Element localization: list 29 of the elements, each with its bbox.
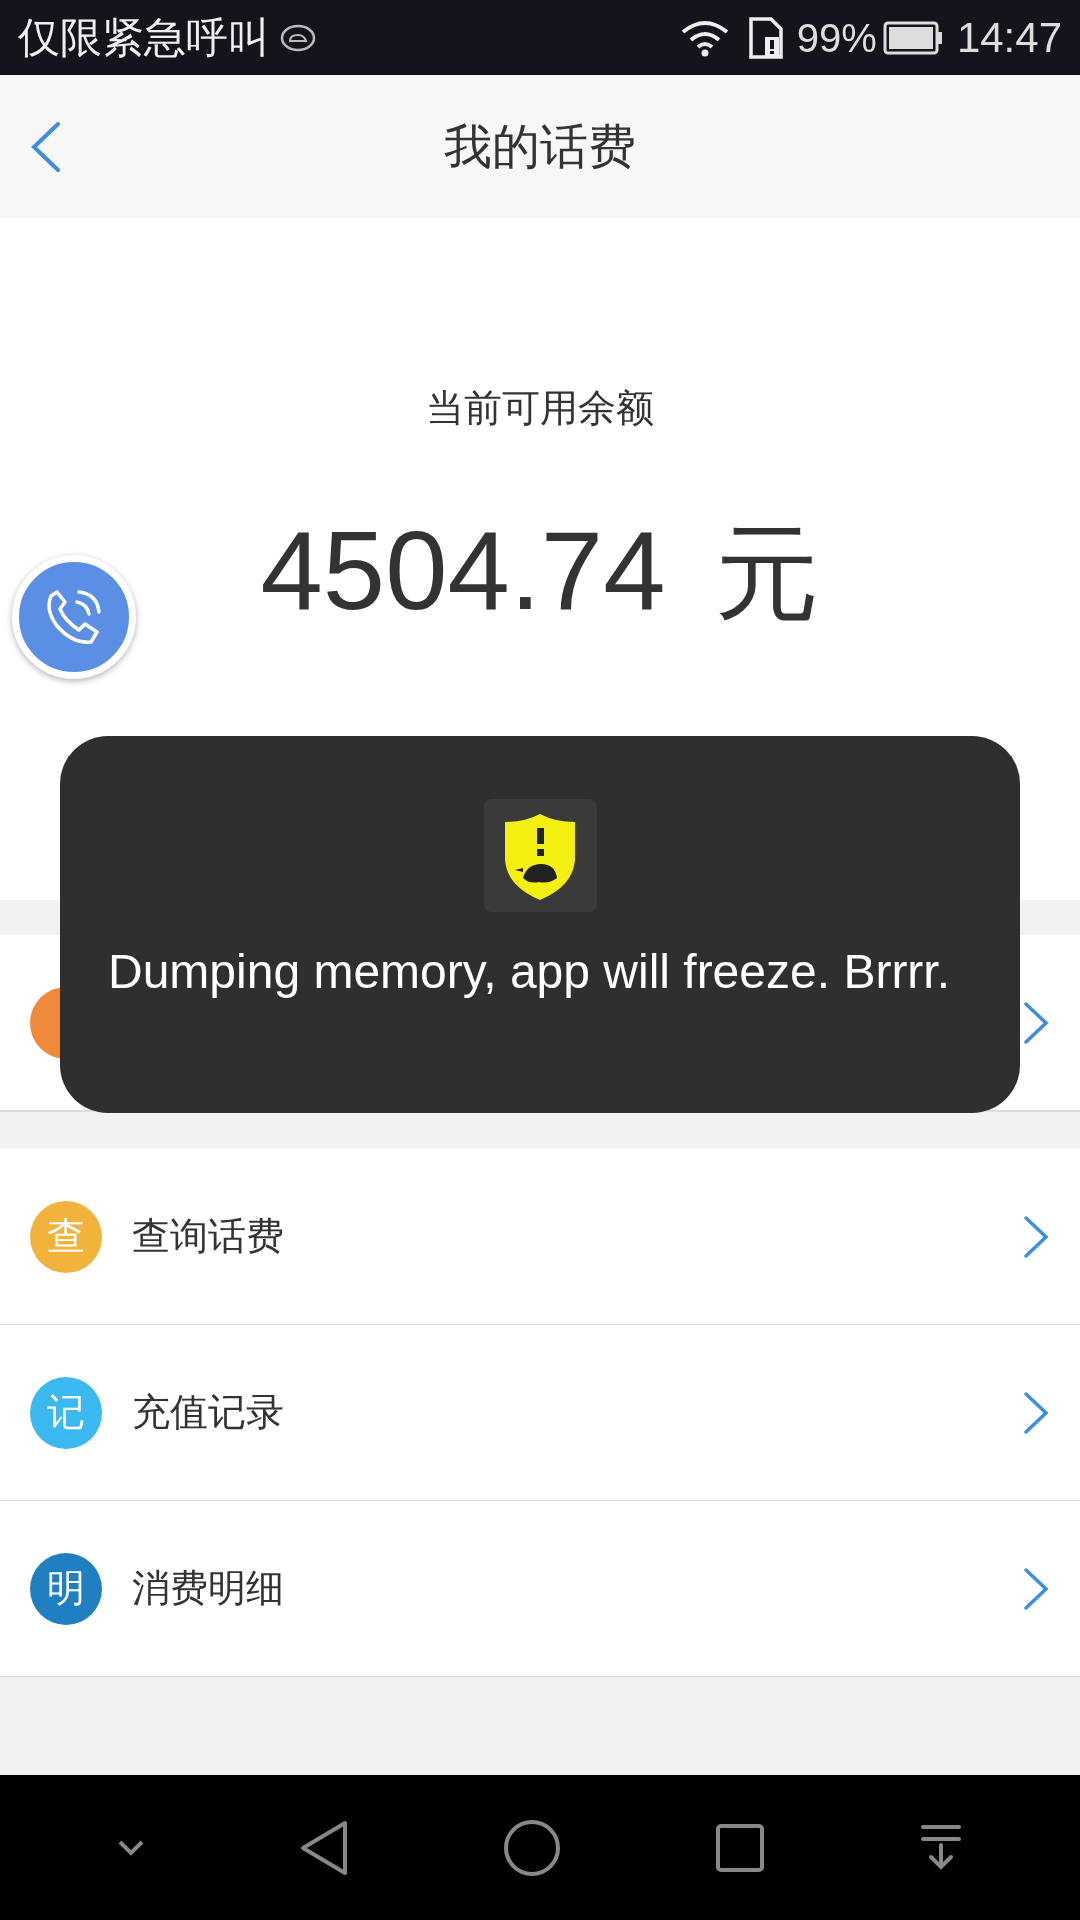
- menu-item[interactable]: 查 查询话费: [0, 1149, 1080, 1325]
- toast-text: Dumping memory, app will freeze. Brrrr.: [108, 944, 951, 1000]
- currency-unit: 元: [715, 514, 820, 633]
- shield-alert-icon: [482, 798, 598, 913]
- clock-time: 14:47: [956, 13, 1062, 63]
- home-icon[interactable]: [503, 1818, 561, 1877]
- back-icon[interactable]: [299, 1819, 349, 1876]
- chevron-right-icon: [1022, 1000, 1050, 1045]
- balance-amount: 4504.74: [260, 507, 666, 635]
- menu-badge: 明: [30, 1552, 102, 1625]
- menu-label: 查询话费: [132, 1214, 285, 1259]
- menu-label: 充值记录: [132, 1390, 285, 1435]
- chevron-right-icon: [1022, 1566, 1050, 1611]
- chevron-right-icon: [1022, 1390, 1050, 1435]
- chevron-right-icon: [1022, 1214, 1050, 1259]
- battery-icon: [882, 20, 943, 55]
- carrier-text: 仅限紧急呼叫: [18, 13, 270, 63]
- menu-badge: 记: [30, 1376, 102, 1449]
- menu-label: 消费明细: [132, 1566, 285, 1611]
- menu-item[interactable]: 记 充值记录: [0, 1325, 1080, 1501]
- sim-alert-icon: [748, 16, 783, 59]
- page-title: 我的话费: [444, 118, 636, 175]
- recents-icon[interactable]: [715, 1822, 765, 1873]
- menu-badge: 查: [30, 1200, 102, 1273]
- menu-item[interactable]: 明 消费明细: [0, 1501, 1080, 1677]
- battery-percent: 99%: [796, 14, 877, 62]
- cloud-badge-icon: [280, 22, 316, 53]
- balance-label: 当前可用余额: [426, 386, 654, 431]
- chevron-down-icon[interactable]: [117, 1838, 145, 1857]
